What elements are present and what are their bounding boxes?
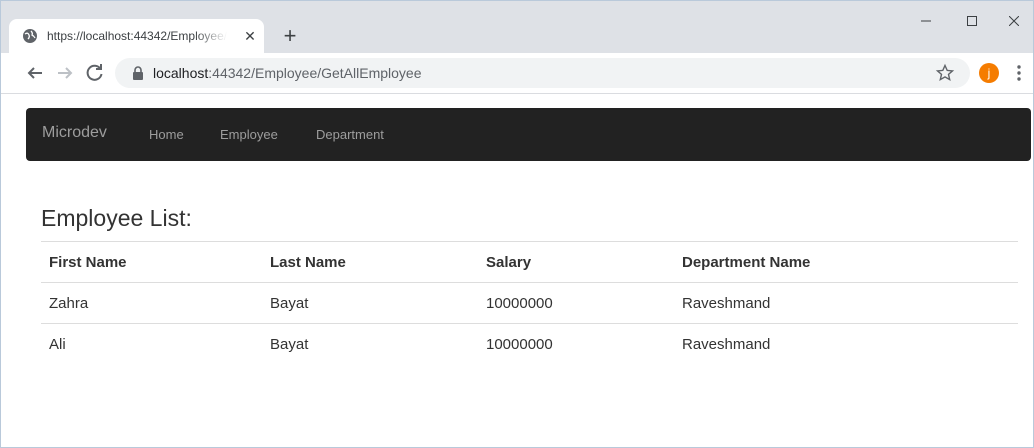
tab-title: https://localhost:44342/Employee/GetAllE…: [47, 29, 227, 43]
column-header-salary: Salary: [478, 241, 674, 283]
cell-last-name: Bayat: [262, 282, 478, 324]
cell-last-name: Bayat: [262, 323, 478, 364]
cell-first-name: Ali: [41, 323, 262, 364]
more-vertical-icon[interactable]: [1013, 62, 1025, 84]
cell-department-name: Raveshmand: [674, 323, 1018, 364]
column-header-department-name: Department Name: [674, 241, 1018, 283]
nav-link-employee[interactable]: Employee: [220, 127, 278, 142]
column-header-last-name: Last Name: [262, 241, 478, 283]
column-header-first-name: First Name: [41, 241, 262, 283]
site-navbar: Microdev Home Employee Department: [26, 108, 1031, 161]
browser-window: https://localhost:44342/Employee/GetAllE…: [0, 0, 1034, 448]
tab-strip: https://localhost:44342/Employee/GetAllE…: [1, 1, 1033, 53]
page-content: Microdev Home Employee Department Employ…: [1, 94, 1033, 447]
minimize-icon[interactable]: [903, 7, 949, 35]
cell-department-name: Raveshmand: [674, 282, 1018, 324]
cell-first-name: Zahra: [41, 282, 262, 324]
maximize-icon[interactable]: [949, 7, 995, 35]
globe-icon: [22, 28, 38, 44]
arrow-left-icon[interactable]: [23, 61, 47, 85]
plus-icon[interactable]: +: [276, 22, 304, 50]
url-host: localhost: [153, 65, 209, 81]
cell-salary: 10000000: [478, 323, 674, 364]
address-bar[interactable]: localhost:44342/Employee/GetAllEmployee: [115, 58, 970, 88]
table-header-row: First Name Last Name Salary Department N…: [41, 241, 1018, 283]
table-row: Ali Bayat 10000000 Raveshmand: [41, 323, 1018, 364]
page-title: Employee List:: [41, 205, 192, 231]
lock-icon: [132, 66, 144, 80]
browser-tab[interactable]: https://localhost:44342/Employee/GetAllE…: [9, 19, 264, 53]
close-icon[interactable]: ✕: [241, 27, 259, 45]
employee-table: First Name Last Name Salary Department N…: [41, 241, 1018, 364]
window-close-icon[interactable]: [995, 7, 1033, 35]
cell-salary: 10000000: [478, 282, 674, 324]
table-row: Zahra Bayat 10000000 Raveshmand: [41, 282, 1018, 324]
profile-avatar[interactable]: j: [979, 63, 999, 83]
url-path: :44342/Employee/GetAllEmployee: [208, 65, 422, 81]
nav-link-home[interactable]: Home: [149, 127, 184, 142]
navbar-brand[interactable]: Microdev: [42, 124, 107, 142]
star-icon[interactable]: [935, 63, 955, 83]
url-text[interactable]: localhost:44342/Employee/GetAllEmployee: [153, 65, 422, 81]
arrow-right-icon[interactable]: [53, 61, 77, 85]
nav-link-department[interactable]: Department: [316, 127, 384, 142]
reload-icon[interactable]: [83, 61, 107, 85]
browser-toolbar: localhost:44342/Employee/GetAllEmployee …: [1, 53, 1033, 94]
